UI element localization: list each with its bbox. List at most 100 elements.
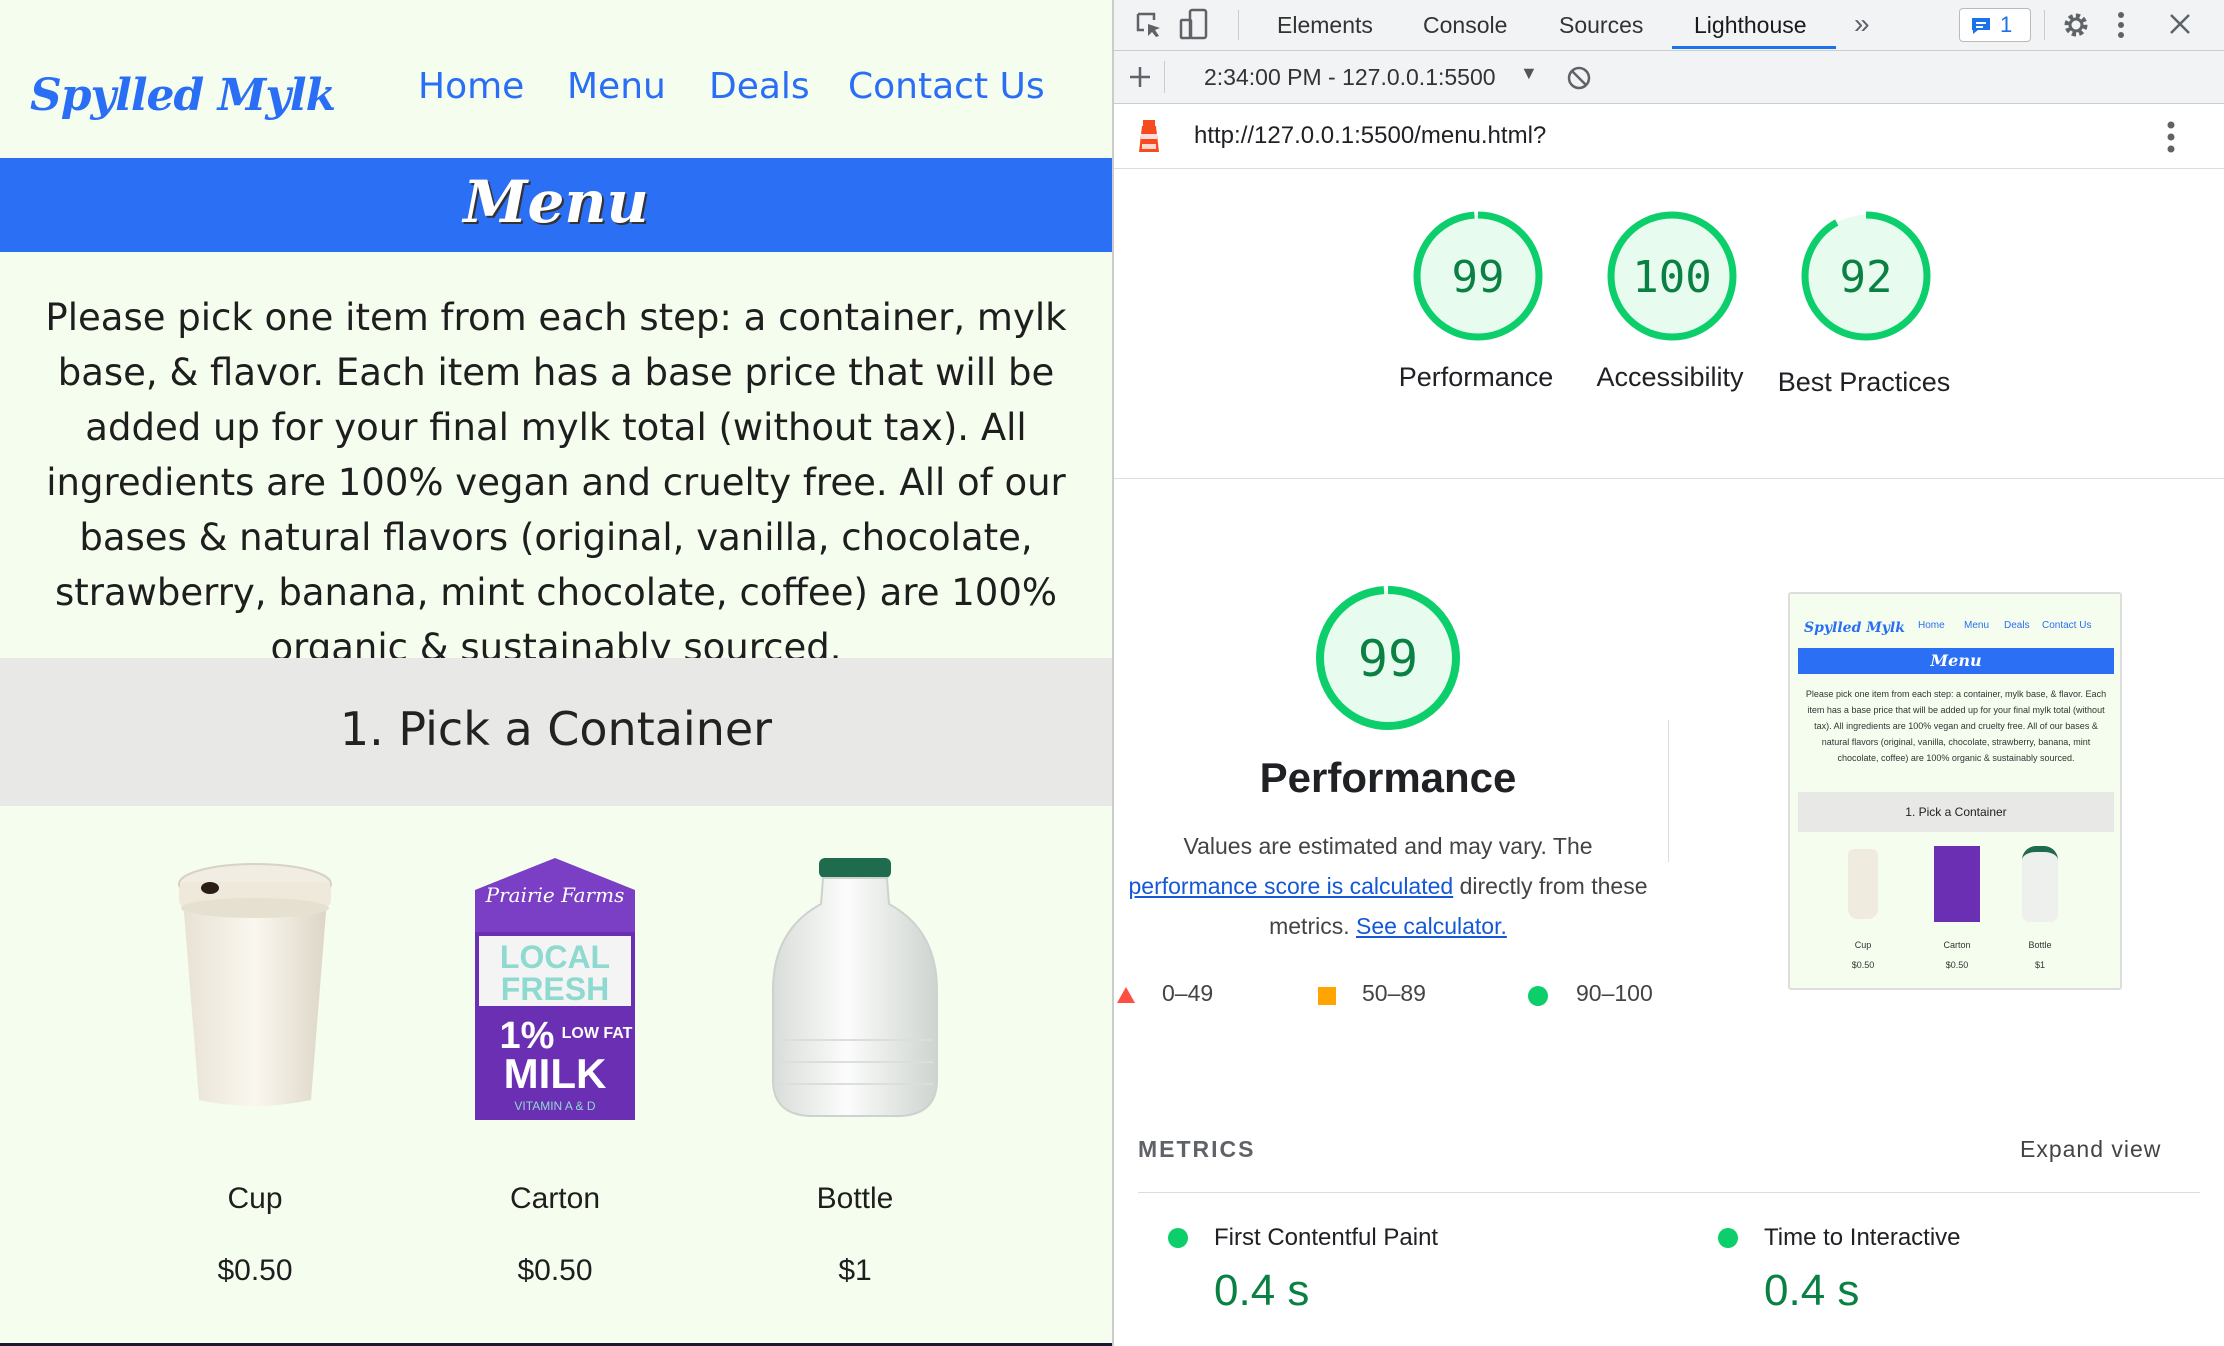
vertical-divider xyxy=(1668,720,1669,862)
gauge-performance-label: Performance xyxy=(1398,362,1554,392)
toolbar-divider xyxy=(1164,61,1165,93)
metrics-header: METRICS xyxy=(1138,1136,1256,1162)
screen: Spylled Mylk Home Menu Deals Contact Us … xyxy=(0,0,2224,1346)
carton-local: LOCAL xyxy=(500,939,610,975)
product-price-carton: $0.50 xyxy=(517,1254,593,1287)
legend-average: 50–89 xyxy=(1362,980,1426,1006)
tab-lighthouse[interactable]: Lighthouse xyxy=(1694,12,1807,39)
tab-console[interactable]: Console xyxy=(1423,12,1507,39)
thumb-carton xyxy=(1934,846,1980,922)
gauge-performance[interactable]: 99 xyxy=(1408,206,1548,346)
report-select[interactable]: 2:34:00 PM - 127.0.0.1:5500 xyxy=(1204,64,1496,91)
product-price-cup: $0.50 xyxy=(217,1254,293,1287)
gauge-accessibility-label: Accessibility xyxy=(1596,362,1744,392)
step-title: 1. Pick a Container xyxy=(339,702,773,756)
active-tab-indicator xyxy=(1672,46,1836,49)
metric-tti-value: 0.4 s xyxy=(1764,1266,1860,1315)
legend-pass: 90–100 xyxy=(1576,980,1653,1006)
performance-description: Values are estimated and may vary. The p… xyxy=(1128,826,1648,946)
issues-count: 1 xyxy=(2000,12,2013,37)
intro-paragraph: Please pick one item from each step: a c… xyxy=(45,296,1067,669)
thumb-bottle-name: Bottle xyxy=(2028,940,2052,950)
product-bottle[interactable] xyxy=(705,840,1005,1135)
thumb-nav-contact: Contact Us xyxy=(2042,620,2092,631)
nav-contact-link[interactable]: Contact Us xyxy=(848,66,1045,107)
product-name-carton: Carton xyxy=(509,1182,601,1215)
close-devtools-icon[interactable] xyxy=(2168,12,2192,36)
issues-button[interactable]: 1 xyxy=(1959,8,2031,42)
thumb-cup-name: Cup xyxy=(1854,940,1872,950)
gauge-best-practices-label: Best Practices xyxy=(1777,367,1951,397)
device-toolbar-icon[interactable] xyxy=(1178,8,1210,42)
page-screenshot-thumbnail[interactable]: Spylled Mylk Home Menu Deals Contact Us … xyxy=(1788,592,2122,990)
site-logo[interactable]: Spylled Mylk xyxy=(30,70,336,121)
gauge-accessibility[interactable]: 100 xyxy=(1602,206,1742,346)
lighthouse-toolbar: 2:34:00 PM - 127.0.0.1:5500 ▼ xyxy=(1114,51,2224,104)
thumb-bottle xyxy=(2022,846,2058,922)
thumb-step: 1. Pick a Container xyxy=(1798,792,2114,832)
metrics-divider-left xyxy=(1138,1192,1762,1193)
report-menu-icon[interactable] xyxy=(2164,120,2178,154)
product-name-cup: Cup xyxy=(227,1182,283,1215)
inspect-element-icon[interactable] xyxy=(1134,10,1164,40)
thumb-bottle-price: $1 xyxy=(2034,960,2045,970)
report-url-bar: http://127.0.0.1:5500/menu.html? xyxy=(1114,104,2224,169)
section-divider xyxy=(1114,478,2224,479)
thumb-banner: Menu xyxy=(1798,648,2114,674)
carton-milk: MILK xyxy=(504,1050,607,1097)
nav-deals-link[interactable]: Deals xyxy=(709,66,810,107)
expand-view-toggle[interactable]: Expand view xyxy=(2020,1136,2161,1163)
nav-home-link[interactable]: Home xyxy=(418,66,524,107)
gauge-performance-large-value: 99 xyxy=(1358,630,1418,688)
tab-elements[interactable]: Elements xyxy=(1277,12,1373,39)
step-header: 1. Pick a Container xyxy=(0,658,1112,806)
carton-brand: Prairie Farms xyxy=(485,883,625,907)
nav-menu-link[interactable]: Menu xyxy=(567,66,666,107)
settings-gear-icon[interactable] xyxy=(2061,10,2091,40)
devtools-panel: Elements Console Sources Lighthouse » 1 xyxy=(1112,0,2224,1346)
devtools-tabbar: Elements Console Sources Lighthouse » 1 xyxy=(1114,0,2224,51)
cup-image xyxy=(178,863,332,1106)
thumb-cup-price: $0.50 xyxy=(1851,960,1875,970)
pass-circle-icon xyxy=(1528,986,1548,1006)
thumb-nav-deals: Deals xyxy=(2004,620,2030,631)
metric-tti-pass-icon xyxy=(1718,1228,1738,1248)
score-calculated-link[interactable]: performance score is calculated xyxy=(1128,873,1453,899)
product-name-bottle: Bottle xyxy=(816,1182,894,1215)
metric-fcp-pass-icon xyxy=(1168,1228,1188,1248)
more-options-icon[interactable] xyxy=(2114,10,2128,40)
thumb-nav-home: Home xyxy=(1918,620,1945,631)
report-dropdown-chevron-icon[interactable]: ▼ xyxy=(1520,63,1538,84)
metric-fcp-name: First Contentful Paint xyxy=(1214,1224,1439,1251)
carton-image: Prairie Farms LOCAL FRESH 1% LOW FAT MIL… xyxy=(475,858,635,1120)
page-title: Menu xyxy=(463,168,649,236)
legend-fail: 0–49 xyxy=(1162,980,1214,1006)
carton-lowfat: LOW FAT xyxy=(562,1025,633,1042)
clear-reports-icon[interactable] xyxy=(1566,65,1592,91)
product-price-bottle: $1 xyxy=(838,1254,872,1287)
product-carton[interactable]: Prairie Farms LOCAL FRESH 1% LOW FAT MIL… xyxy=(405,840,705,1145)
thumb-carton-name: Carton xyxy=(1943,940,1971,950)
carton-fresh: FRESH xyxy=(501,971,609,1007)
performance-title: Performance xyxy=(1259,754,1517,801)
website-viewport: Spylled Mylk Home Menu Deals Contact Us … xyxy=(0,0,1112,1343)
report-url[interactable]: http://127.0.0.1:5500/menu.html? xyxy=(1194,122,1546,150)
see-calculator-link[interactable]: See calculator. xyxy=(1356,913,1507,939)
metric-tti-name: Time to Interactive xyxy=(1764,1224,1961,1251)
gauge-performance-value: 99 xyxy=(1452,252,1505,303)
gauge-best-practices[interactable]: 92 xyxy=(1796,206,1936,346)
new-report-plus-icon[interactable] xyxy=(1128,65,1152,89)
issues-icon xyxy=(1972,18,1990,34)
tab-divider xyxy=(1238,10,1239,40)
tab-sources[interactable]: Sources xyxy=(1559,12,1643,39)
desc-prefix: Values are estimated and may vary. The xyxy=(1183,833,1593,859)
menu-banner: Menu xyxy=(0,158,1112,252)
gauge-performance-large: 99 xyxy=(1316,586,1460,730)
product-cup[interactable] xyxy=(105,840,405,1125)
tab-divider-2 xyxy=(2044,10,2045,40)
thumb-intro: Please pick one item from each step: a c… xyxy=(1805,689,2107,763)
thumb-cup xyxy=(1848,849,1878,919)
thumb-banner-title: Menu xyxy=(1930,651,1982,670)
thumb-carton-price: $0.50 xyxy=(1945,960,1969,970)
more-tabs-icon[interactable]: » xyxy=(1854,8,1870,40)
